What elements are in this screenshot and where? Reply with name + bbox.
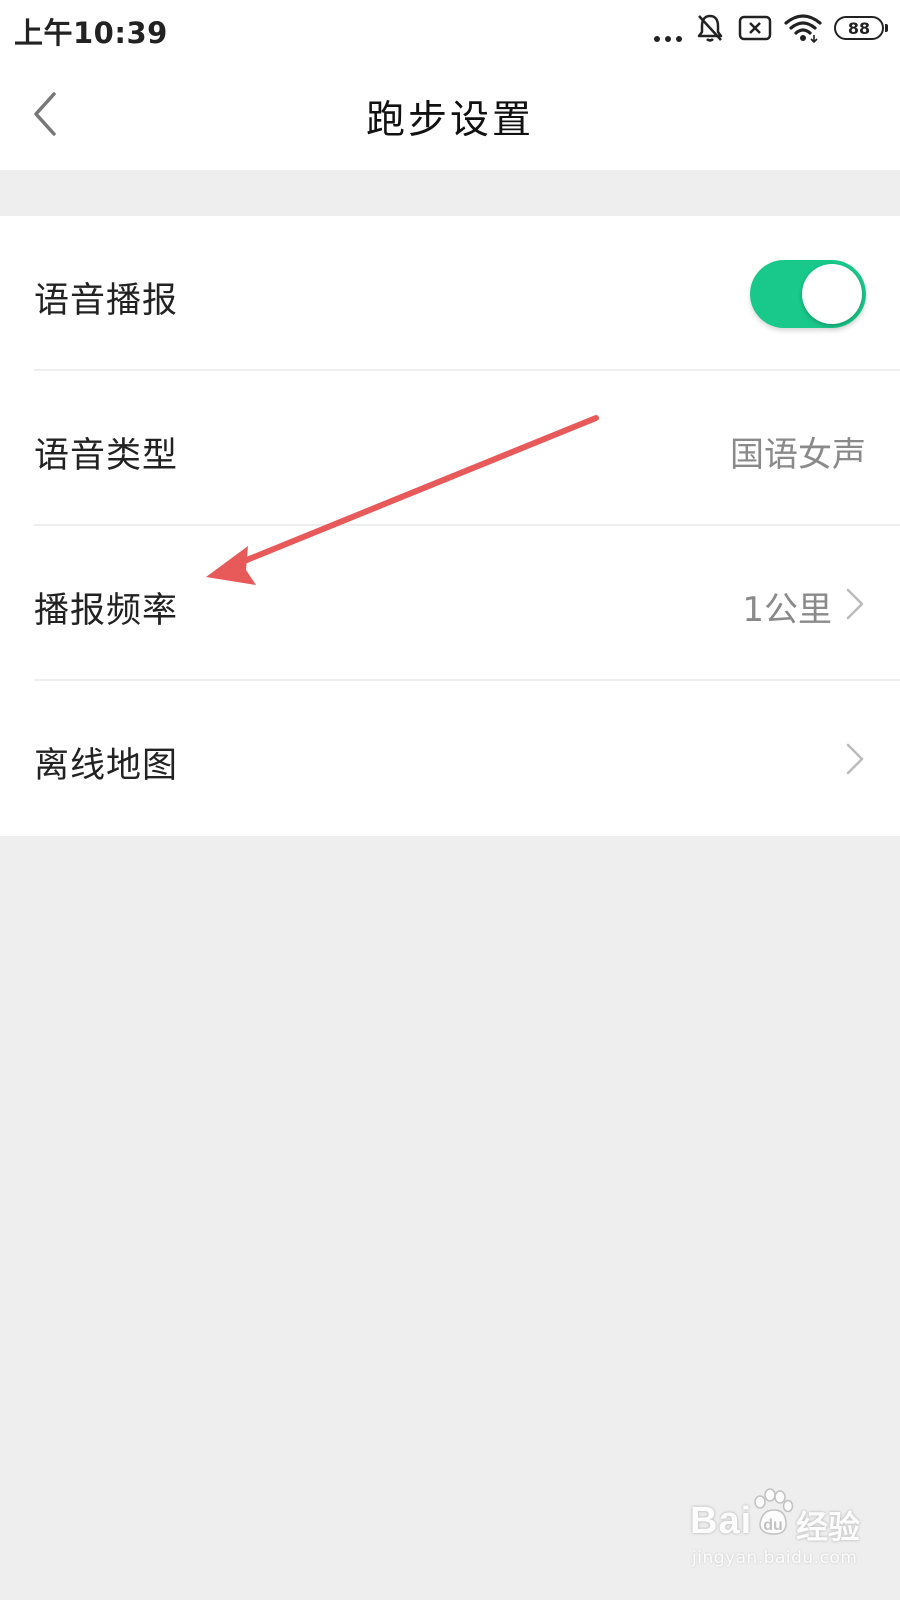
chevron-right-icon bbox=[846, 743, 864, 775]
watermark-brand: Bai bbox=[690, 1500, 753, 1542]
setting-voice-broadcast: 语音播报 bbox=[0, 216, 900, 371]
watermark-url: jingyan.baidu.com bbox=[692, 1548, 858, 1568]
voice-type-value: 国语女声 bbox=[730, 435, 866, 475]
offline-map-label: 离线地图 bbox=[34, 746, 179, 786]
settings-list: 语音播报 语音类型 国语女声 播报频率 1公里 离线地图 bbox=[0, 216, 900, 836]
status-time: 上午10:39 bbox=[14, 16, 168, 50]
nav-bar: 跑步设置 bbox=[0, 56, 900, 170]
chevron-right-icon bbox=[846, 588, 864, 620]
wifi-icon bbox=[784, 14, 822, 43]
status-icons: 88 bbox=[654, 10, 888, 46]
svg-text:du: du bbox=[763, 1517, 783, 1534]
voice-broadcast-toggle[interactable] bbox=[750, 260, 866, 328]
voice-broadcast-label: 语音播报 bbox=[34, 281, 179, 321]
page-title: 跑步设置 bbox=[365, 98, 534, 143]
watermark-brand-tail: 经验 bbox=[796, 1508, 861, 1546]
sim-error-icon bbox=[738, 15, 772, 41]
setting-offline-map[interactable]: 离线地图 bbox=[0, 681, 900, 836]
setting-broadcast-frequency[interactable]: 播报频率 1公里 bbox=[0, 526, 900, 681]
watermark: Bai du 经验 jingyan.baidu.com bbox=[688, 1486, 888, 1586]
status-bar: 上午10:39 88 bbox=[0, 0, 900, 56]
voice-type-label: 语音类型 bbox=[34, 436, 179, 476]
more-dots-icon bbox=[654, 14, 682, 42]
broadcast-frequency-label: 播报频率 bbox=[34, 591, 179, 631]
toggle-knob bbox=[802, 264, 862, 324]
paw-icon: du bbox=[754, 1488, 794, 1535]
bell-off-icon bbox=[697, 14, 723, 42]
setting-voice-type[interactable]: 语音类型 国语女声 bbox=[0, 371, 900, 526]
broadcast-frequency-value: 1公里 bbox=[742, 590, 832, 630]
battery-icon: 88 bbox=[834, 16, 888, 40]
